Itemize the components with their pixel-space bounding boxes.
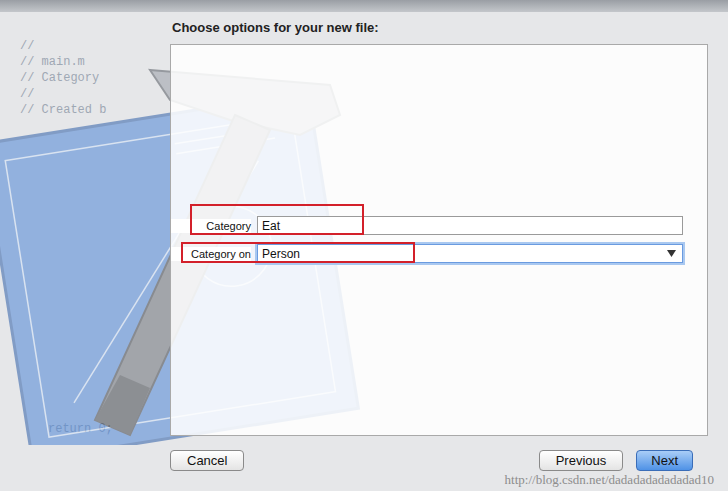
toolbar-strip (0, 0, 728, 12)
code-line: // (20, 86, 106, 102)
new-file-dialog: //// main.m// Category//// Created b ret… (0, 0, 728, 491)
previous-button[interactable]: Previous (539, 450, 624, 471)
combo-box[interactable]: Person (257, 244, 683, 263)
field-label: Category (171, 219, 251, 233)
field-label: Category on (171, 247, 251, 261)
options-panel: Category Eat Category on Person (170, 44, 708, 436)
code-line: // (20, 38, 106, 54)
dialog-title: Choose options for your new file: (172, 20, 728, 35)
code-line: // Created b (20, 102, 106, 118)
next-button[interactable]: Next (636, 450, 693, 471)
watermark: http://blog.csdn.net/dadadadadadadad10 (505, 472, 714, 488)
field-value: Eat (262, 219, 678, 233)
code-line: // main.m (20, 54, 106, 70)
text-field[interactable]: Eat (257, 216, 683, 235)
dropdown-arrow-icon[interactable] (667, 250, 676, 257)
code-line: // Category (20, 70, 106, 86)
button-bar: Cancel Previous Next (170, 450, 693, 471)
background-code: //// main.m// Category//// Created b (20, 38, 106, 118)
cancel-button[interactable]: Cancel (170, 450, 244, 471)
red-annotation-box (181, 242, 415, 263)
red-annotation-box (190, 204, 364, 235)
field-value: Person (262, 247, 667, 261)
field-row: Category Eat (171, 216, 683, 235)
field-row: Category on Person (171, 244, 683, 263)
